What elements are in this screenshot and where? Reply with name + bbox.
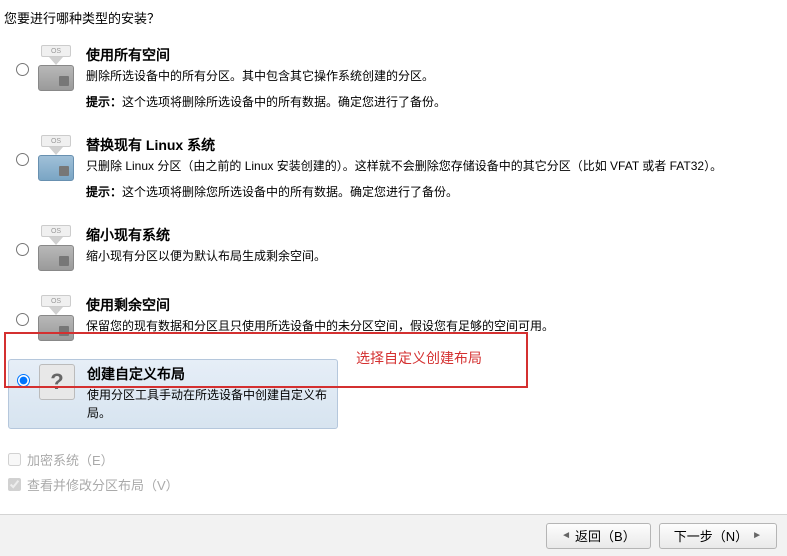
review-partition-checkbox-row[interactable]: 查看并修改分区布局（V） — [8, 475, 179, 494]
back-button[interactable]: 返回（B） — [546, 523, 651, 549]
disk-icon: OS — [36, 45, 76, 91]
disk-icon: OS — [36, 295, 76, 341]
option-desc: 删除所选设备中的所有分区。其中包含其它操作系统创建的分区。 — [86, 67, 779, 85]
next-button-label: 下一步（N） — [674, 526, 748, 545]
install-type-question: 您要进行哪种类型的安装？ — [0, 0, 787, 35]
radio-use-all-space[interactable] — [16, 63, 29, 76]
radio-replace-linux[interactable] — [16, 153, 29, 166]
review-partition-checkbox[interactable] — [8, 478, 21, 491]
option-custom-layout[interactable]: ? 创建自定义布局 使用分区工具手动在所选设备中创建自定义布局。 — [8, 359, 338, 429]
radio-shrink-system[interactable] — [16, 243, 29, 256]
option-hint: 提示：这个选项将删除您所选设备中的所有数据。确定您进行了备份。 — [86, 183, 779, 201]
option-replace-linux[interactable]: OS 替换现有 Linux 系统 只删除 Linux 分区（由之前的 Linux… — [8, 129, 779, 207]
option-desc: 只删除 Linux 分区（由之前的 Linux 安装创建的）。这样就不会删除您存… — [86, 157, 779, 175]
option-title: 替换现有 Linux 系统 — [86, 135, 779, 155]
option-desc: 缩小现有分区以便为默认布局生成剩余空间。 — [86, 247, 779, 265]
encrypt-system-label: 加密系统（E） — [27, 450, 114, 469]
option-title: 使用所有空间 — [86, 45, 779, 65]
disk-icon: OS — [36, 225, 76, 271]
option-use-all-space[interactable]: OS 使用所有空间 删除所选设备中的所有分区。其中包含其它操作系统创建的分区。 … — [8, 39, 779, 117]
option-title: 使用剩余空间 — [86, 295, 779, 315]
next-button[interactable]: 下一步（N） — [659, 523, 777, 549]
review-partition-label: 查看并修改分区布局（V） — [27, 475, 179, 494]
radio-custom-layout[interactable] — [17, 374, 30, 387]
footer-navigation: 返回（B） 下一步（N） — [0, 514, 787, 556]
disk-icon: OS — [36, 135, 76, 181]
option-desc: 使用分区工具手动在所选设备中创建自定义布局。 — [87, 386, 337, 422]
radio-use-free-space[interactable] — [16, 313, 29, 326]
option-hint: 提示：这个选项将删除所选设备中的所有数据。确定您进行了备份。 — [86, 93, 779, 111]
back-button-label: 返回（B） — [575, 526, 636, 545]
encrypt-system-checkbox-row[interactable]: 加密系统（E） — [8, 450, 179, 469]
option-desc: 保留您的现有数据和分区且只使用所选设备中的未分区空间，假设您有足够的空间可用。 — [86, 317, 779, 335]
install-options-list: OS 使用所有空间 删除所选设备中的所有分区。其中包含其它操作系统创建的分区。 … — [0, 35, 787, 433]
encrypt-system-checkbox[interactable] — [8, 453, 21, 466]
bottom-options: 加密系统（E） 查看并修改分区布局（V） — [8, 450, 179, 500]
option-shrink-system[interactable]: OS 缩小现有系统 缩小现有分区以便为默认布局生成剩余空间。 — [8, 219, 779, 277]
option-title: 创建自定义布局 — [87, 364, 337, 384]
option-title: 缩小现有系统 — [86, 225, 779, 245]
question-icon: ? — [37, 364, 77, 400]
option-use-free-space[interactable]: OS 使用剩余空间 保留您的现有数据和分区且只使用所选设备中的未分区空间，假设您… — [8, 289, 779, 347]
